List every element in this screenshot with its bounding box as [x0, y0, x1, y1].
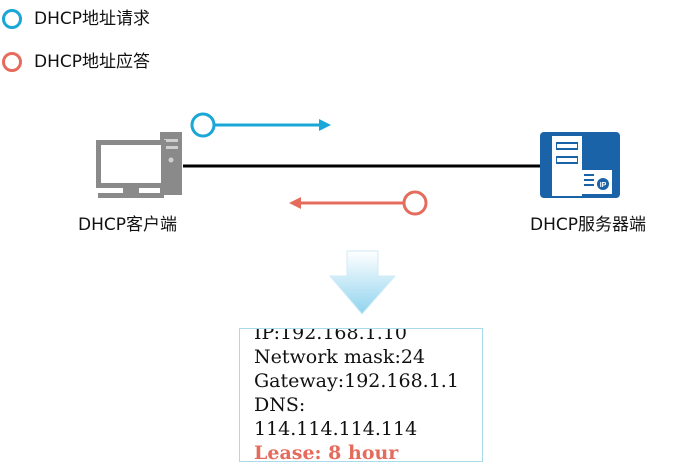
- svg-text:IP: IP: [600, 182, 607, 189]
- request-arrow: [190, 112, 331, 138]
- network-mask-text: Network mask:24: [254, 346, 426, 368]
- ip-address-text: IP:192.168.1.10: [254, 328, 407, 344]
- down-arrow-icon: [328, 250, 397, 315]
- reply-arrow: [289, 190, 428, 216]
- gateway-text: Gateway:192.168.1.1: [254, 370, 459, 392]
- lease-text: Lease: 8 hour: [254, 442, 399, 462]
- dns-label-text: DNS:: [254, 394, 306, 416]
- client-label: DHCP客户端: [78, 215, 177, 235]
- server-label: DHCP服务器端: [530, 215, 646, 235]
- desktop-computer-icon: [96, 132, 182, 198]
- server-ip-icon: IP: [540, 132, 620, 198]
- dns-value-text: 114.114.114.114: [254, 418, 418, 440]
- dhcp-info-box: IP:192.168.1.10 Network mask:24 Gateway:…: [239, 328, 483, 462]
